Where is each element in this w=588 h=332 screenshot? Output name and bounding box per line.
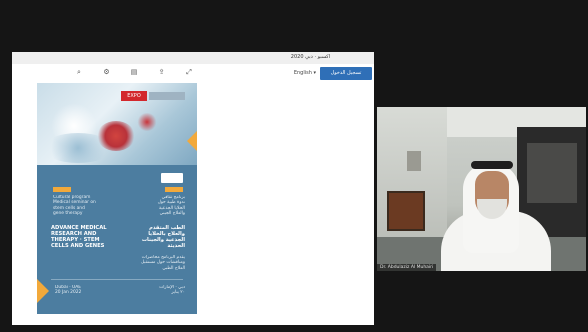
shared-screen-window: اكسبو · دبي 2020 تسجيل الدخول English ▾ …: [12, 52, 374, 325]
poster-footer-ar: دبي · الإمارات ٢٠ يناير: [159, 285, 185, 296]
shelf-ornament: [407, 151, 421, 171]
share-icon[interactable]: ⇪: [157, 68, 167, 76]
speaker-webcam-feed: Dr. Abdulaziz Al Muhairi: [377, 107, 586, 271]
wall-painting: [387, 191, 425, 231]
poster-body-ar: يقدم البرنامج محاضرات ومناقشات حول مستقب…: [140, 255, 185, 271]
speaker-agal: [471, 161, 513, 169]
poster-footer-en: Dubai · UAE 20 Jan 2022: [55, 285, 82, 296]
settings-icon[interactable]: ⚙: [102, 68, 112, 76]
document-toolbar: ⌕ ⚙ ▤ ⇪ ⤢: [74, 67, 194, 77]
poster-divider: [51, 279, 183, 280]
zoom-icon[interactable]: ⌕: [74, 68, 84, 77]
print-icon[interactable]: ▤: [129, 68, 139, 76]
poster-intro-en: Cultural program Medical seminar on stem…: [53, 195, 96, 217]
poster-heading-en: ADVANCE MEDICAL RESEARCH AND THERAPY · S…: [51, 225, 107, 249]
participant-name-label: Dr. Abdulaziz Al Muhairi: [377, 264, 437, 271]
date-tag-left: [53, 187, 71, 192]
date-tag-right: [165, 187, 183, 192]
sign-in-button[interactable]: تسجيل الدخول: [320, 67, 372, 80]
organizer-seal: [161, 173, 183, 183]
orange-corner-shape: [37, 279, 49, 303]
fullscreen-icon[interactable]: ⤢: [184, 68, 194, 77]
partner-logo: [149, 92, 185, 100]
event-poster: EXPO Cultural program Medical seminar on…: [37, 83, 197, 314]
share-window-title: اكسبو · دبي 2020: [290, 54, 330, 60]
poster-intro-ar: برنامج ثقافي ندوة طبية حول الخلايا الجذع…: [157, 195, 185, 217]
expo-logo: EXPO: [121, 91, 147, 101]
doorway-panel: [527, 143, 577, 203]
language-select[interactable]: English ▾: [294, 70, 316, 76]
orange-accent-shape: [187, 131, 197, 151]
poster-heading-ar: الطب المتقدم والعلاج بالخلايا الجذعية وا…: [141, 225, 185, 249]
